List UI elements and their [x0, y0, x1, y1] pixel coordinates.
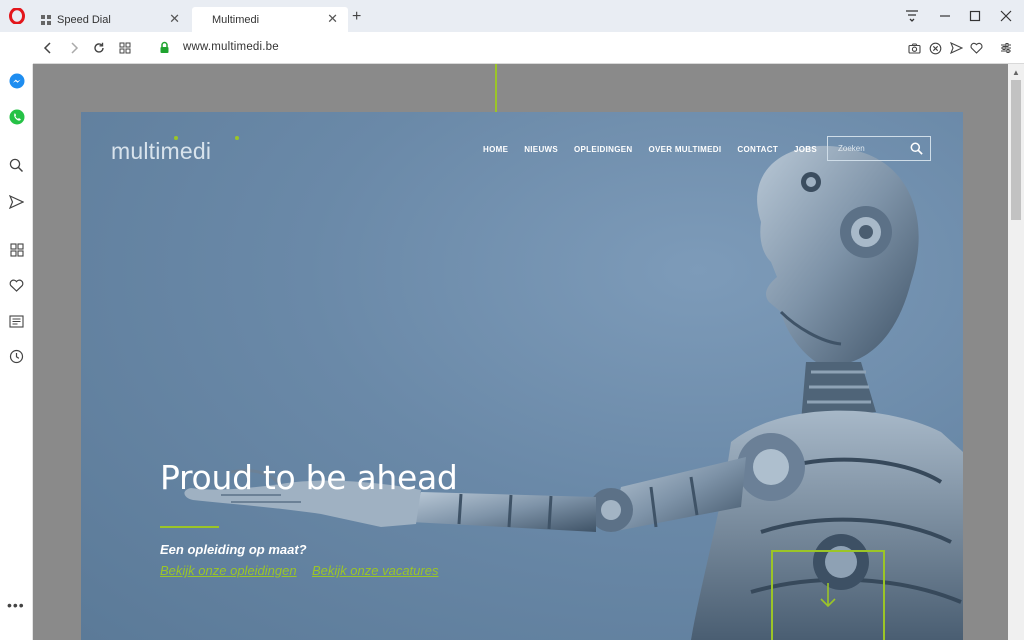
nav-contact[interactable]: CONTACT — [737, 145, 778, 154]
lock-icon[interactable] — [159, 41, 170, 59]
logo-dot — [235, 136, 239, 140]
nav-jobs[interactable]: JOBS — [794, 145, 817, 154]
url-field[interactable]: www.multimedi.be — [183, 41, 279, 53]
nav-about[interactable]: OVER MULTIMEDI — [648, 145, 721, 154]
whatsapp-icon[interactable] — [8, 108, 25, 125]
logo-dot — [174, 136, 178, 140]
messenger-icon[interactable] — [8, 72, 25, 89]
send-icon[interactable] — [949, 41, 963, 55]
site-navigation: HOME NIEUWS OPLEIDINGEN OVER MULTIMEDI C… — [483, 145, 833, 154]
settings-sliders-icon[interactable] — [999, 41, 1013, 55]
tab-strip: Speed Dial ✕ Multimedi ✕ + — [0, 0, 1024, 32]
tab-label: Speed Dial — [57, 13, 111, 26]
nav-trainings[interactable]: OPLEIDINGEN — [574, 145, 632, 154]
send-icon[interactable] — [8, 193, 25, 210]
minimize-icon[interactable] — [937, 8, 953, 24]
hero-divider — [160, 526, 219, 528]
scrollbar-thumb[interactable] — [1011, 80, 1021, 220]
site-logo[interactable]: multimedi — [111, 136, 239, 165]
ad-block-icon[interactable] — [928, 41, 942, 55]
heart-icon[interactable] — [969, 41, 983, 55]
speed-dial-icon[interactable] — [8, 241, 25, 258]
back-icon[interactable] — [40, 40, 56, 56]
scrollbar[interactable]: ▲ — [1008, 64, 1024, 640]
more-icon[interactable]: ••• — [7, 598, 25, 612]
scroll-down-button[interactable] — [771, 550, 885, 640]
tab-speed-dial[interactable]: Speed Dial ✕ — [34, 7, 190, 32]
nav-news[interactable]: NIEUWS — [524, 145, 558, 154]
opera-logo-icon[interactable] — [8, 7, 26, 25]
speed-dial-tab-icon — [41, 14, 51, 25]
site-search — [827, 136, 931, 161]
hero-title: Proud to be ahead — [160, 458, 458, 497]
nav-home[interactable]: HOME — [483, 145, 508, 154]
search-icon[interactable] — [8, 157, 25, 174]
heart-icon[interactable] — [8, 277, 25, 294]
page-viewport: multimedi HOME NIEUWS OPLEIDINGEN OVER M… — [33, 64, 1008, 640]
forward-icon[interactable] — [66, 40, 82, 56]
reload-icon[interactable] — [91, 40, 107, 56]
close-window-icon[interactable] — [998, 8, 1014, 24]
vacancies-link[interactable]: Bekijk onze vacatures — [312, 563, 438, 578]
arrow-down-icon — [820, 583, 836, 608]
new-tab-button[interactable]: + — [352, 9, 361, 25]
search-icon[interactable] — [910, 142, 923, 160]
sidebar: ••• — [0, 64, 33, 640]
site-logo-text: multimedi — [111, 138, 212, 164]
camera-icon[interactable] — [907, 41, 921, 55]
hero-subtitle: Een opleiding op maat? — [160, 542, 307, 557]
maximize-icon[interactable] — [967, 8, 983, 24]
browser-window: Speed Dial ✕ Multimedi ✕ + www.multimedi… — [0, 0, 1024, 640]
close-tab-icon[interactable]: ✕ — [169, 12, 180, 25]
history-icon[interactable] — [8, 348, 25, 365]
search-input[interactable] — [828, 137, 908, 160]
close-tab-icon[interactable]: ✕ — [327, 12, 338, 25]
trainings-link[interactable]: Bekijk onze opleidingen — [160, 563, 297, 578]
address-bar: www.multimedi.be — [33, 32, 1024, 64]
tab-multimedi[interactable]: Multimedi ✕ — [192, 7, 348, 32]
scroll-up-icon[interactable]: ▲ — [1012, 68, 1020, 77]
news-icon[interactable] — [8, 313, 25, 330]
hero-section: multimedi HOME NIEUWS OPLEIDINGEN OVER M… — [81, 112, 963, 640]
easy-setup-icon[interactable] — [904, 8, 920, 24]
tab-label: Multimedi — [212, 13, 260, 26]
tabs-grid-icon[interactable] — [117, 40, 133, 56]
